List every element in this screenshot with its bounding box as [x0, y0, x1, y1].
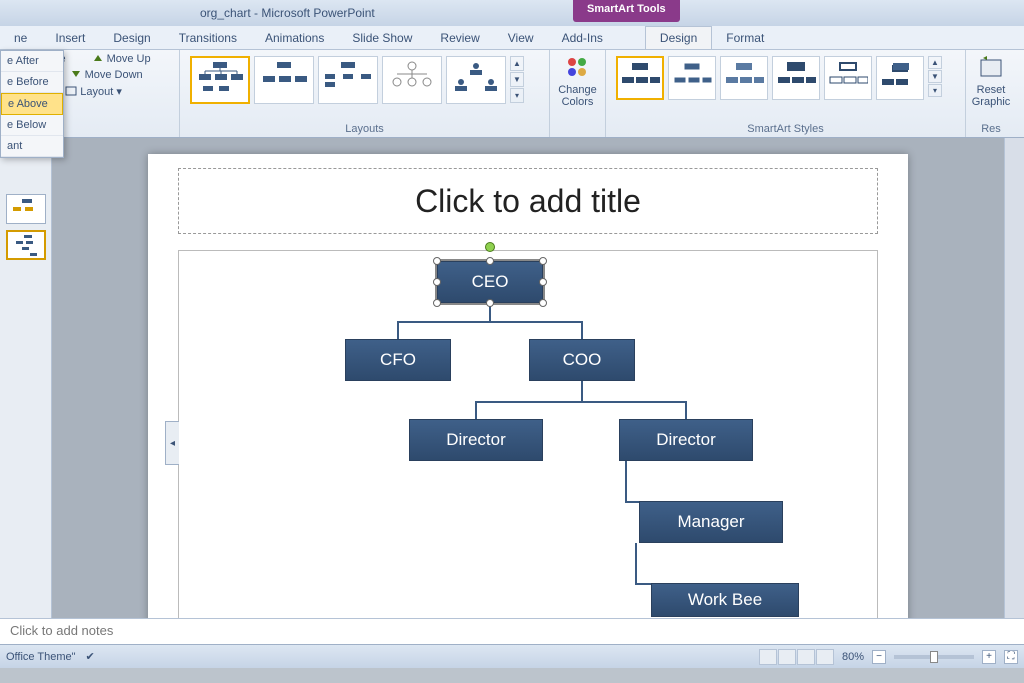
title-bar: org_chart - Microsoft PowerPoint SmartAr… [0, 0, 1024, 26]
resize-handle-ne[interactable] [539, 257, 547, 265]
tab-home[interactable]: ne [0, 27, 41, 49]
layout-icon [65, 86, 77, 98]
smartart-container[interactable]: ◂ CEO [178, 250, 878, 618]
tab-insert[interactable]: Insert [41, 27, 99, 49]
styles-gallery-up[interactable]: ▲ [928, 56, 942, 69]
zoom-out-button[interactable]: − [872, 650, 886, 664]
style-option-1[interactable] [616, 56, 664, 100]
layout-option-3[interactable] [318, 56, 378, 104]
vertical-scrollbar[interactable] [1004, 138, 1024, 618]
view-sorter-button[interactable] [778, 649, 796, 665]
zoom-in-button[interactable]: + [982, 650, 996, 664]
resize-handle-nw[interactable] [433, 257, 441, 265]
view-slideshow-button[interactable] [816, 649, 834, 665]
style-option-6[interactable] [876, 56, 924, 100]
layouts-gallery-down[interactable]: ▼ [510, 72, 524, 87]
slide-thumbnail-panel [0, 138, 52, 618]
zoom-slider-thumb[interactable] [930, 651, 938, 663]
slide-canvas[interactable]: Click to add title ◂ CEO [52, 138, 1004, 618]
ribbon-tabs: ne Insert Design Transitions Animations … [0, 26, 1024, 50]
style-option-2[interactable] [668, 56, 716, 100]
rotate-handle[interactable] [485, 242, 495, 252]
tab-smartart-format[interactable]: Format [712, 27, 778, 49]
zoom-slider[interactable] [894, 655, 974, 659]
reset-icon [977, 54, 1005, 82]
layout-option-2[interactable] [254, 56, 314, 104]
org-node-workbee[interactable]: Work Bee [651, 583, 799, 617]
reset-graphic-button[interactable]: Reset Graphic [972, 52, 1010, 110]
style-option-3[interactable] [720, 56, 768, 100]
view-reading-button[interactable] [797, 649, 815, 665]
layout-option-4[interactable] [382, 56, 442, 104]
slide: Click to add title ◂ CEO [148, 154, 908, 618]
org-node-director-1[interactable]: Director [409, 419, 543, 461]
resize-handle-w[interactable] [433, 278, 441, 286]
tab-addins[interactable]: Add-Ins [548, 27, 617, 49]
add-shape-dropdown: e After e Before e Above e Below ant [0, 50, 64, 158]
resize-handle-se[interactable] [539, 299, 547, 307]
resize-handle-s[interactable] [486, 299, 494, 307]
tab-view[interactable]: View [494, 27, 548, 49]
text-pane-toggle[interactable]: ◂ [165, 421, 179, 465]
tab-animations[interactable]: Animations [251, 27, 338, 49]
layouts-gallery-up[interactable]: ▲ [510, 56, 524, 71]
dropdown-before[interactable]: e Before [1, 72, 63, 93]
move-up-button[interactable]: Move Up [89, 52, 154, 66]
styles-gallery-more[interactable]: ▾ [928, 84, 942, 97]
styles-group-label: SmartArt Styles [612, 123, 959, 137]
org-node-ceo[interactable]: CEO [437, 261, 543, 303]
reset-group-label: Res [972, 123, 1010, 137]
dropdown-assistant[interactable]: ant [1, 136, 63, 157]
resize-handle-e[interactable] [539, 278, 547, 286]
fit-to-window-button[interactable]: ⛶ [1004, 650, 1018, 664]
tab-transitions[interactable]: Transitions [165, 27, 251, 49]
org-node-coo[interactable]: COO [529, 339, 635, 381]
layout-option-1[interactable] [190, 56, 250, 104]
slide-thumb-2[interactable] [6, 230, 46, 260]
slide-thumb-1[interactable] [6, 194, 46, 224]
tab-slideshow[interactable]: Slide Show [338, 27, 426, 49]
dropdown-above[interactable]: e Above [1, 93, 63, 115]
status-bar: Office Theme" ✔ 80% − + ⛶ [0, 644, 1024, 668]
style-option-4[interactable] [772, 56, 820, 100]
context-tab-label: SmartArt Tools [573, 0, 680, 22]
editor-area: Click to add title ◂ CEO [0, 138, 1024, 618]
resize-handle-sw[interactable] [433, 299, 441, 307]
arrow-up-icon [92, 53, 104, 65]
dropdown-after[interactable]: e After [1, 51, 63, 72]
spellcheck-icon[interactable]: ✔ [86, 650, 95, 663]
styles-gallery-down[interactable]: ▼ [928, 70, 942, 83]
arrow-down-icon [70, 69, 82, 81]
notes-placeholder: Click to add notes [10, 623, 113, 638]
dropdown-below[interactable]: e Below [1, 115, 63, 136]
status-theme: Office Theme" [6, 651, 76, 663]
zoom-level[interactable]: 80% [842, 651, 864, 663]
resize-handle-n[interactable] [486, 257, 494, 265]
layout-option-5[interactable] [446, 56, 506, 104]
tab-review[interactable]: Review [426, 27, 493, 49]
colors-icon [564, 54, 592, 82]
document-title: org_chart - Microsoft PowerPoint [200, 6, 375, 20]
org-node-manager[interactable]: Manager [639, 501, 783, 543]
org-node-director-2[interactable]: Director [619, 419, 753, 461]
change-colors-button[interactable]: Change Colors [556, 52, 599, 110]
layouts-group-label: Layouts [186, 123, 543, 137]
ribbon: Promote Move Up to Left Move Down aphic … [0, 50, 1024, 138]
layout-button[interactable]: Layout ▾ [62, 84, 125, 99]
view-normal-button[interactable] [759, 649, 777, 665]
tab-smartart-design[interactable]: Design [645, 26, 712, 49]
notes-pane[interactable]: Click to add notes [0, 618, 1024, 644]
style-option-5[interactable] [824, 56, 872, 100]
title-placeholder[interactable]: Click to add title [178, 168, 878, 234]
tab-design[interactable]: Design [99, 27, 164, 49]
org-node-cfo[interactable]: CFO [345, 339, 451, 381]
move-down-button[interactable]: Move Down [67, 68, 146, 82]
layouts-gallery-more[interactable]: ▾ [510, 88, 524, 103]
